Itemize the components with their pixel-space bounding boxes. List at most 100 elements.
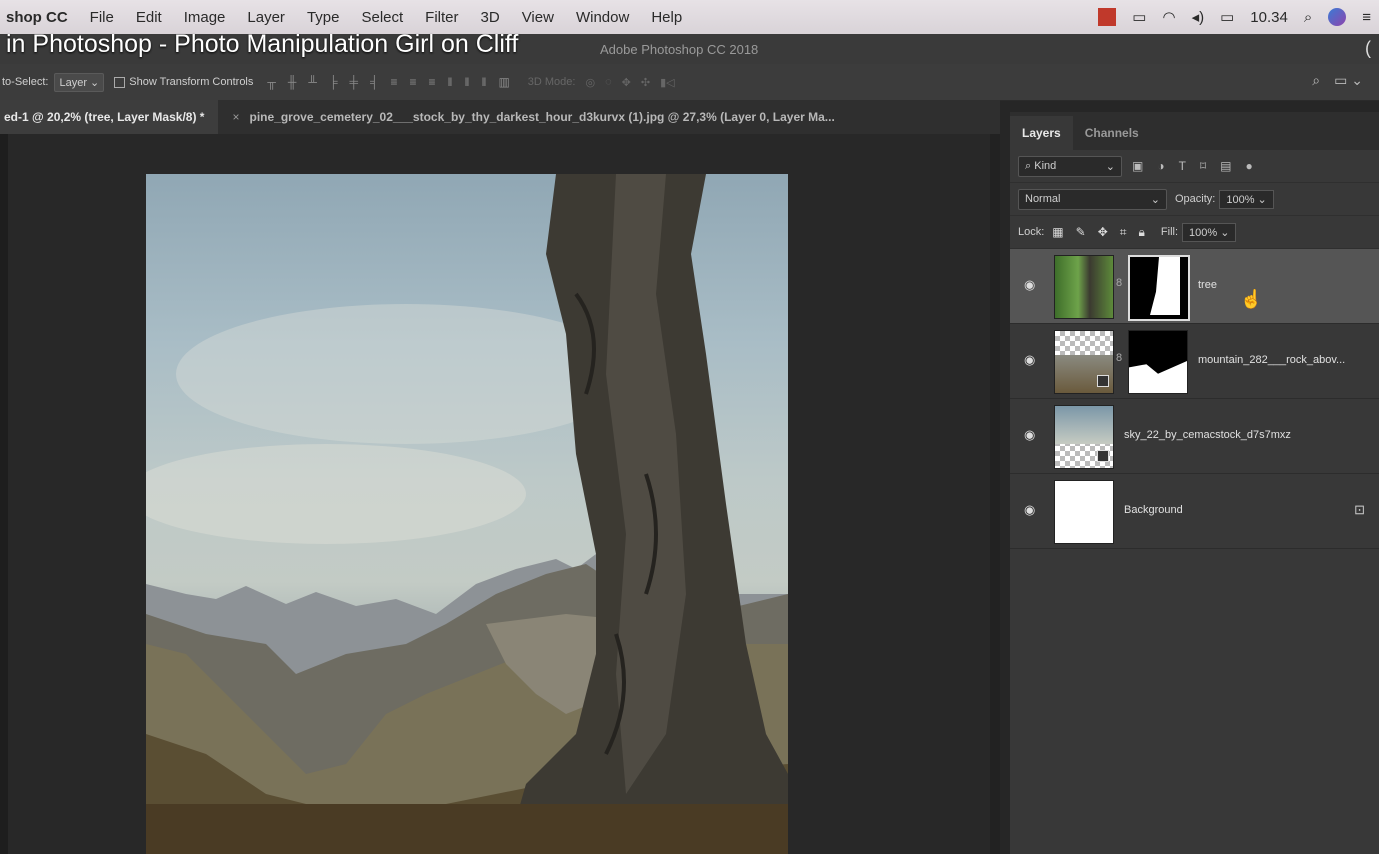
mask-link-icon[interactable]: 8 [1116, 277, 1122, 289]
record-icon[interactable] [1098, 8, 1117, 26]
filter-toggle-icon[interactable]: ● [1245, 159, 1252, 173]
workspace-switcher-icon[interactable]: ▭ ⌄ [1334, 72, 1363, 89]
pan-3d-icon[interactable]: ✥ [622, 76, 631, 89]
spotlight-search-icon[interactable]: ⌕ [1304, 9, 1312, 26]
fill-field[interactable]: 100% ⌄ [1182, 222, 1237, 242]
distribute-bottom-icon[interactable]: ≡ [429, 75, 436, 89]
menu-layer[interactable]: Layer [247, 9, 285, 26]
show-transform-checkbox[interactable]: Show Transform Controls [114, 76, 253, 88]
smart-object-icon [1097, 450, 1109, 462]
layer-name[interactable]: Background [1124, 504, 1183, 516]
lock-paint-icon[interactable]: ✎ [1076, 225, 1086, 240]
blend-mode-dropdown[interactable]: Normal ⌄ [1018, 188, 1167, 210]
lock-position-icon[interactable]: ✥ [1098, 225, 1108, 240]
scale-3d-icon[interactable]: ▮◁ [660, 76, 675, 89]
distribute-top-icon[interactable]: ≡ [390, 75, 397, 89]
menu-filter[interactable]: Filter [425, 9, 458, 26]
workspace-icon[interactable]: ( [1365, 38, 1371, 59]
shape-filter-icon[interactable]: ⌑ [1200, 159, 1206, 173]
slide-3d-icon[interactable]: ✣ [641, 76, 650, 89]
layer-row-mountain[interactable]: ◉ 8 mountain_282___rock_abov... [1010, 324, 1379, 399]
layer-mask-thumbnail[interactable] [1128, 255, 1190, 321]
auto-align-icon[interactable]: ▥ [498, 75, 509, 89]
layer-thumbnail-tree[interactable] [1054, 255, 1114, 319]
layer-name[interactable]: tree [1198, 279, 1217, 291]
type-filter-icon[interactable]: T [1179, 159, 1186, 173]
visibility-eye-icon[interactable]: ◉ [1024, 352, 1038, 367]
auto-select-dropdown[interactable]: Layer ⌄ [54, 72, 105, 92]
align-hcenter-icon[interactable]: ╪ [349, 75, 358, 89]
layer-name[interactable]: mountain_282___rock_abov... [1198, 354, 1345, 366]
menu-3d[interactable]: 3D [481, 9, 500, 26]
fill-label: Fill: [1160, 226, 1179, 238]
layer-mask-thumbnail[interactable] [1128, 330, 1188, 394]
menu-type[interactable]: Type [307, 9, 340, 26]
menu-help[interactable]: Help [651, 9, 682, 26]
layer-name[interactable]: sky_22_by_cemacstock_d7s7mxz [1124, 429, 1291, 441]
close-tab-icon[interactable]: × [232, 110, 239, 124]
smart-object-filter-icon[interactable]: ▤ [1220, 159, 1231, 173]
app-name[interactable]: shop CC [6, 9, 68, 26]
roll-3d-icon[interactable]: ◌ [605, 76, 612, 88]
checkbox-icon[interactable] [114, 76, 126, 88]
lock-transparent-icon[interactable]: ▦ [1052, 225, 1063, 240]
adjustment-filter-icon[interactable]: ◑ [1157, 159, 1164, 173]
layer-row-background[interactable]: ◉ Background ⊡ [1010, 474, 1379, 549]
artwork-image [146, 174, 788, 854]
tab-pine-grove-document[interactable]: × pine_grove_cemetery_02___stock_by_thy_… [218, 110, 834, 124]
vertical-scrollbar[interactable] [990, 134, 1000, 854]
kind-filter-dropdown[interactable]: ⌕ Kind ⌄ [1018, 155, 1122, 177]
mac-menu-bar: shop CC File Edit Image Layer Type Selec… [0, 0, 1379, 34]
panel-tabs: Layers Channels [1010, 112, 1379, 150]
lock-all-icon[interactable]: 🔒︎ [1139, 225, 1145, 240]
layer-row-tree[interactable]: ◉ 8 tree ☝ [1010, 249, 1379, 324]
document-canvas[interactable] [146, 174, 788, 854]
layer-row-sky[interactable]: ◉ sky_22_by_cemacstock_d7s7mxz [1010, 399, 1379, 474]
menu-image[interactable]: Image [184, 9, 226, 26]
tab-layers[interactable]: Layers [1010, 116, 1073, 150]
smart-object-icon [1097, 375, 1109, 387]
layer-thumbnail-mountain[interactable] [1054, 330, 1114, 394]
airplay-icon[interactable]: ▭ [1132, 8, 1146, 26]
distribute-left-icon[interactable]: ‖ [448, 75, 453, 89]
distribute-hcenter-icon[interactable]: ‖ [465, 75, 470, 89]
blend-mode-value: Normal [1025, 193, 1061, 205]
lock-icon[interactable]: ⊡ [1354, 502, 1365, 518]
visibility-eye-icon[interactable]: ◉ [1024, 277, 1038, 292]
distribute-right-icon[interactable]: ‖ [481, 75, 486, 89]
tab-active-document[interactable]: ed-1 @ 20,2% (tree, Layer Mask/8) * [0, 100, 219, 134]
layer-filter-row: ⌕ Kind ⌄ ▣ ◑ T ⌑ ▤ ● [1010, 150, 1379, 183]
layer-thumbnail-background[interactable] [1054, 480, 1114, 544]
orbit-3d-icon[interactable]: ◎ [585, 76, 595, 89]
canvas-area[interactable] [0, 134, 1000, 854]
align-left-icon[interactable]: ╞ [329, 75, 338, 89]
menu-view[interactable]: View [522, 9, 554, 26]
search-icon[interactable]: ⌕ [1312, 72, 1320, 89]
layer-thumbnail-sky[interactable] [1054, 405, 1114, 469]
tab-channels[interactable]: Channels [1073, 126, 1151, 150]
align-top-icon[interactable]: ╥ [267, 75, 276, 89]
notification-center-icon[interactable]: ≡ [1362, 9, 1371, 26]
align-bottom-icon[interactable]: ╨ [308, 75, 317, 89]
menu-window[interactable]: Window [576, 9, 629, 26]
menu-file[interactable]: File [90, 9, 114, 26]
clock[interactable]: 10.34 [1250, 9, 1288, 26]
visibility-eye-icon[interactable]: ◉ [1024, 502, 1038, 517]
options-bar: to-Select: Layer ⌄ Show Transform Contro… [0, 64, 1379, 101]
visibility-eye-icon[interactable]: ◉ [1024, 427, 1038, 442]
align-right-icon[interactable]: ╡ [370, 75, 379, 89]
siri-icon[interactable] [1328, 8, 1347, 26]
chevron-down-icon: ⌄ [1105, 160, 1115, 173]
battery-icon[interactable]: ▭ [1220, 8, 1234, 26]
lock-artboard-icon[interactable]: ⌗ [1120, 225, 1127, 240]
wifi-icon[interactable]: ◠ [1162, 8, 1175, 26]
distribute-vcenter-icon[interactable]: ≡ [410, 75, 417, 89]
menu-select[interactable]: Select [361, 9, 403, 26]
mask-link-icon[interactable]: 8 [1116, 352, 1122, 364]
menu-edit[interactable]: Edit [136, 9, 162, 26]
opacity-field[interactable]: 100% ⌄ [1219, 189, 1274, 209]
pixel-filter-icon[interactable]: ▣ [1132, 159, 1143, 173]
lock-icons: ▦ ✎ ✥ ⌗ 🔒︎ [1052, 225, 1145, 240]
volume-icon[interactable]: ◂) [1192, 8, 1205, 26]
align-vcenter-icon[interactable]: ╫ [288, 75, 297, 89]
